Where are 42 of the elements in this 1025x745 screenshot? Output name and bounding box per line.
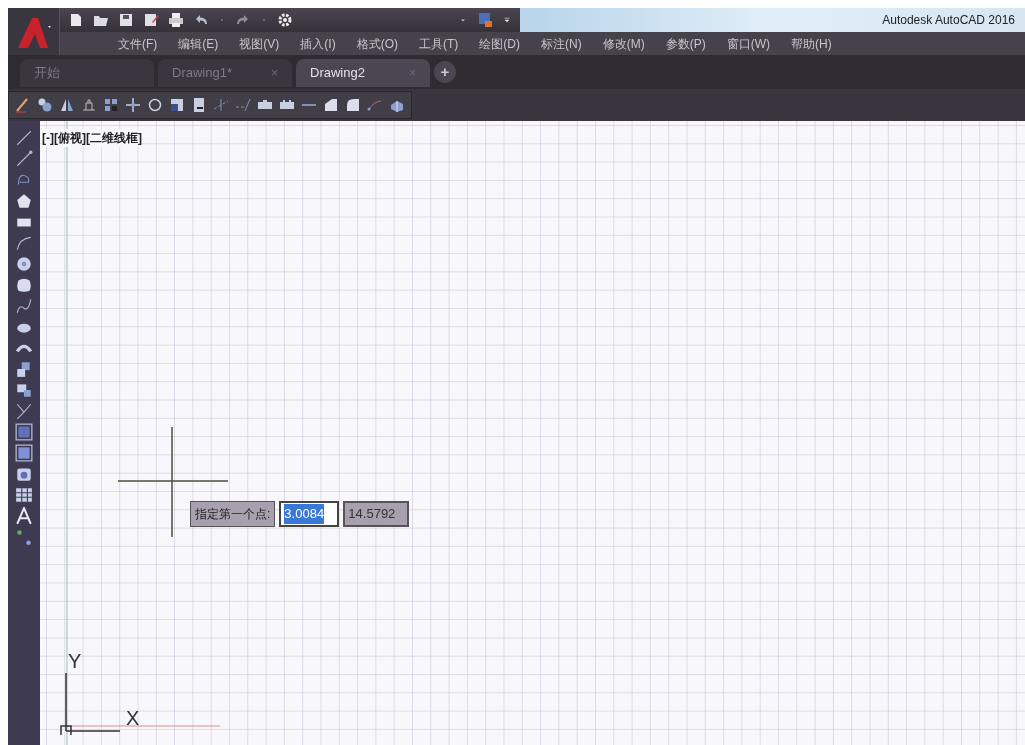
array-icon[interactable] [103,97,119,113]
spline-icon[interactable] [15,297,33,315]
menu-item[interactable]: 参数(P) [657,34,714,53]
move-icon[interactable] [125,97,141,113]
fillet-icon[interactable] [345,97,361,113]
x-axis-label: X [126,708,140,728]
new-file-icon[interactable] [68,12,84,28]
menu-item[interactable]: 插入(I) [292,34,344,53]
document-tab[interactable]: Drawing2 × [296,59,430,87]
menu-item[interactable]: 视图(V) [231,34,288,53]
ucs-icon [60,671,122,735]
rotate-icon[interactable] [147,97,163,113]
text-icon[interactable] [15,507,33,525]
menu-item[interactable]: 文件(F) [110,34,166,53]
print-icon[interactable] [168,12,184,28]
prompt-label: 指定第一个点: [190,501,276,527]
save-as-icon[interactable] [143,12,159,28]
coordinate-field[interactable]: 14.5792 [343,501,410,527]
coordinate-field[interactable]: 3.0084 [279,501,340,527]
table-icon[interactable] [15,486,33,504]
menu-item[interactable]: 工具(T) [411,34,467,53]
workspace-icon[interactable] [477,12,493,28]
menu-item[interactable]: 标注(N) [533,34,590,53]
line-icon[interactable] [15,129,33,147]
viewport-label[interactable]: [-][俯视][二维线框] [42,129,142,147]
menu-item[interactable]: 帮助(H) [783,34,840,53]
menu-item[interactable]: 窗口(W) [718,34,778,53]
save-icon[interactable] [118,12,134,28]
polygon-icon[interactable] [15,192,33,210]
menu-item[interactable]: 修改(M) [594,34,653,53]
settings-icon[interactable] [277,12,293,28]
menu-item[interactable]: 格式(O) [348,34,406,53]
chamfer-icon[interactable] [323,97,339,113]
y-axis-label: Y [68,651,82,671]
menu-item[interactable]: 绘图(D) [471,34,528,53]
menu-item[interactable]: 编辑(E) [170,34,227,53]
window-title: Autodesk AutoCAD 2016 [882,12,1015,29]
circle-icon[interactable] [15,255,33,273]
mirror-icon[interactable] [59,97,75,113]
new-tab-button[interactable]: + [434,61,456,83]
polyline-icon[interactable] [15,150,33,168]
arc-icon[interactable] [15,234,33,252]
